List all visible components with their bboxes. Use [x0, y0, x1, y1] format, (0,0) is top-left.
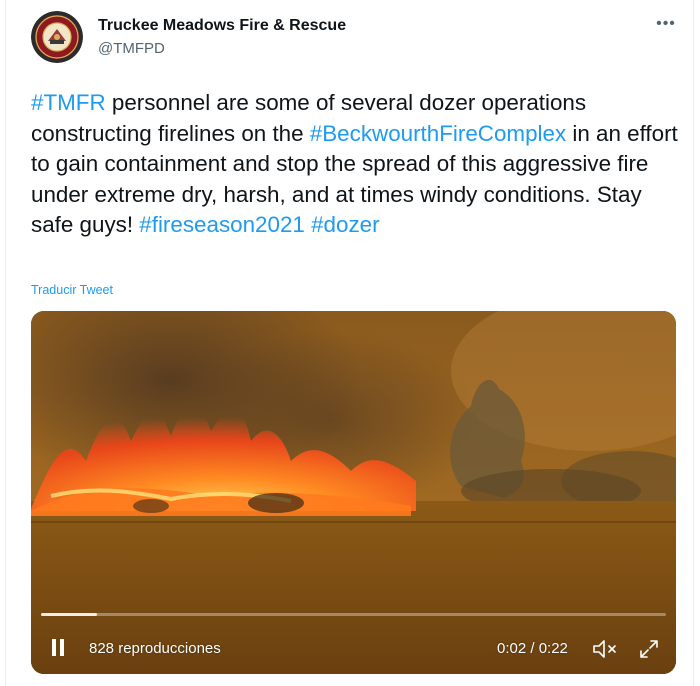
- avatar[interactable]: [31, 11, 83, 63]
- pause-button[interactable]: [47, 637, 69, 661]
- more-options-button[interactable]: •••: [654, 12, 678, 36]
- fire-department-badge-icon: [31, 11, 83, 63]
- video-progress-fill: [41, 613, 98, 616]
- more-icon: •••: [656, 15, 676, 32]
- hashtag-link[interactable]: #fireseason2021: [139, 212, 305, 237]
- hashtag-link[interactable]: #TMFR: [31, 90, 106, 115]
- fullscreen-button[interactable]: [637, 637, 661, 661]
- video-progress-bar[interactable]: [41, 613, 666, 616]
- translate-tweet-link[interactable]: Traducir Tweet: [31, 283, 113, 297]
- video-time: 0:02 / 0:22: [497, 640, 568, 657]
- author-name[interactable]: Truckee Meadows Fire & Rescue: [98, 17, 346, 35]
- tweet-text: #TMFR personnel are some of several doze…: [31, 88, 681, 241]
- hashtag-link[interactable]: #BeckwourthFireComplex: [310, 121, 566, 146]
- video-player[interactable]: 828 reproducciones 0:02 / 0:22: [31, 311, 676, 674]
- expand-icon: [640, 640, 658, 658]
- hashtag-link[interactable]: #dozer: [311, 212, 379, 237]
- volume-muted-icon: [593, 640, 616, 658]
- wildfire-video-frame: [31, 311, 676, 674]
- author-handle[interactable]: @TMFPD: [98, 40, 165, 57]
- view-count: 828 reproducciones: [89, 640, 221, 657]
- video-controls: 828 reproducciones 0:02 / 0:22: [31, 631, 676, 671]
- tweet-card[interactable]: Truckee Meadows Fire & Rescue @TMFPD •••…: [5, 0, 694, 686]
- mute-button[interactable]: [591, 637, 619, 661]
